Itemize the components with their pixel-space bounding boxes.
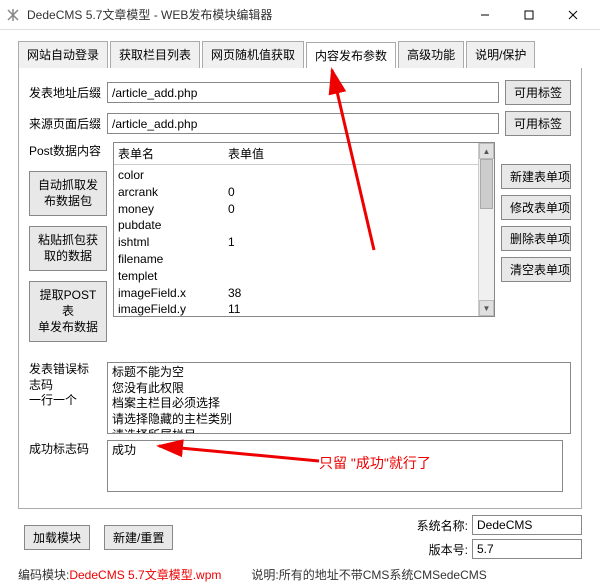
maximize-button[interactable] [507, 0, 551, 30]
table-header-value: 表单值 [228, 145, 264, 162]
success-code-label: 成功标志码 [29, 440, 107, 457]
version-input[interactable] [472, 539, 582, 559]
scroll-down-icon[interactable]: ▼ [479, 300, 494, 316]
post-data-label: Post数据内容 [29, 142, 107, 159]
app-icon [5, 7, 21, 23]
system-name-label: 系统名称: [412, 517, 472, 534]
table-row[interactable]: imageField.y11 [118, 301, 490, 317]
success-code-textarea[interactable] [107, 440, 563, 492]
publish-suffix-label: 发表地址后缀 [29, 84, 107, 101]
new-reset-button[interactable]: 新建/重置 [104, 525, 173, 550]
source-suffix-label: 来源页面后缀 [29, 115, 107, 132]
scroll-up-icon[interactable]: ▲ [479, 143, 494, 159]
post-right-button-3[interactable]: 清空表单项 [501, 257, 571, 282]
tab-4[interactable]: 高级功能 [398, 41, 464, 68]
table-row[interactable]: templet [118, 268, 490, 285]
tab-panel: 发表地址后缀 可用标签 来源页面后缀 可用标签 Post数据内容 自动抓取发 布… [18, 68, 582, 509]
table-row[interactable]: imageField.x38 [118, 285, 490, 302]
post-data-table[interactable]: 表单名 表单值 colorarcrank0money0pubdateishtml… [113, 142, 495, 317]
tab-2[interactable]: 网页随机值获取 [202, 41, 304, 68]
titlebar: DedeCMS 5.7文章模型 - WEB发布模块编辑器 [0, 0, 600, 30]
close-button[interactable] [551, 0, 595, 30]
table-row[interactable]: ishtml1 [118, 234, 490, 251]
system-name-input[interactable] [472, 515, 582, 535]
table-row[interactable]: color [118, 167, 490, 184]
post-left-button-2[interactable]: 提取POST表 单发布数据 [29, 281, 107, 342]
status-module-label: 编码模块: [18, 566, 69, 583]
tab-1[interactable]: 获取栏目列表 [110, 41, 200, 68]
publish-tags-button[interactable]: 可用标签 [505, 80, 571, 105]
post-right-button-0[interactable]: 新建表单项 [501, 164, 571, 189]
post-right-button-1[interactable]: 修改表单项 [501, 195, 571, 220]
post-left-button-1[interactable]: 粘贴抓包获 取的数据 [29, 226, 107, 271]
status-desc-value: 所有的地址不带CMS系统CMSedeCMS [279, 566, 487, 583]
table-header-name: 表单名 [118, 145, 228, 162]
load-module-button[interactable]: 加载模块 [24, 525, 90, 550]
post-left-button-0[interactable]: 自动抓取发 布数据包 [29, 171, 107, 216]
version-label: 版本号: [412, 541, 472, 558]
post-right-button-2[interactable]: 删除表单项 [501, 226, 571, 251]
status-desc-label: 说明: [251, 566, 278, 583]
table-row[interactable]: arcrank0 [118, 184, 490, 201]
error-codes-label: 发表错误标 志码 一行一个 [29, 362, 107, 409]
tab-3[interactable]: 内容发布参数 [306, 42, 396, 69]
table-row[interactable]: money0 [118, 201, 490, 218]
error-codes-textarea[interactable] [107, 362, 571, 434]
table-row[interactable]: filename [118, 251, 490, 268]
tab-5[interactable]: 说明/保护 [466, 41, 535, 68]
table-row[interactable]: pubdate [118, 217, 490, 234]
source-tags-button[interactable]: 可用标签 [505, 111, 571, 136]
tab-0[interactable]: 网站自动登录 [18, 41, 108, 68]
table-scrollbar[interactable]: ▲ ▼ [478, 143, 494, 316]
status-module-value: DedeCMS 5.7文章模型.wpm [69, 566, 221, 583]
window-title: DedeCMS 5.7文章模型 - WEB发布模块编辑器 [27, 6, 463, 23]
tab-bar: 网站自动登录获取栏目列表网页随机值获取内容发布参数高级功能说明/保护 [18, 41, 582, 69]
publish-suffix-input[interactable] [107, 82, 499, 103]
minimize-button[interactable] [463, 0, 507, 30]
scroll-thumb[interactable] [480, 159, 493, 209]
source-suffix-input[interactable] [107, 113, 499, 134]
